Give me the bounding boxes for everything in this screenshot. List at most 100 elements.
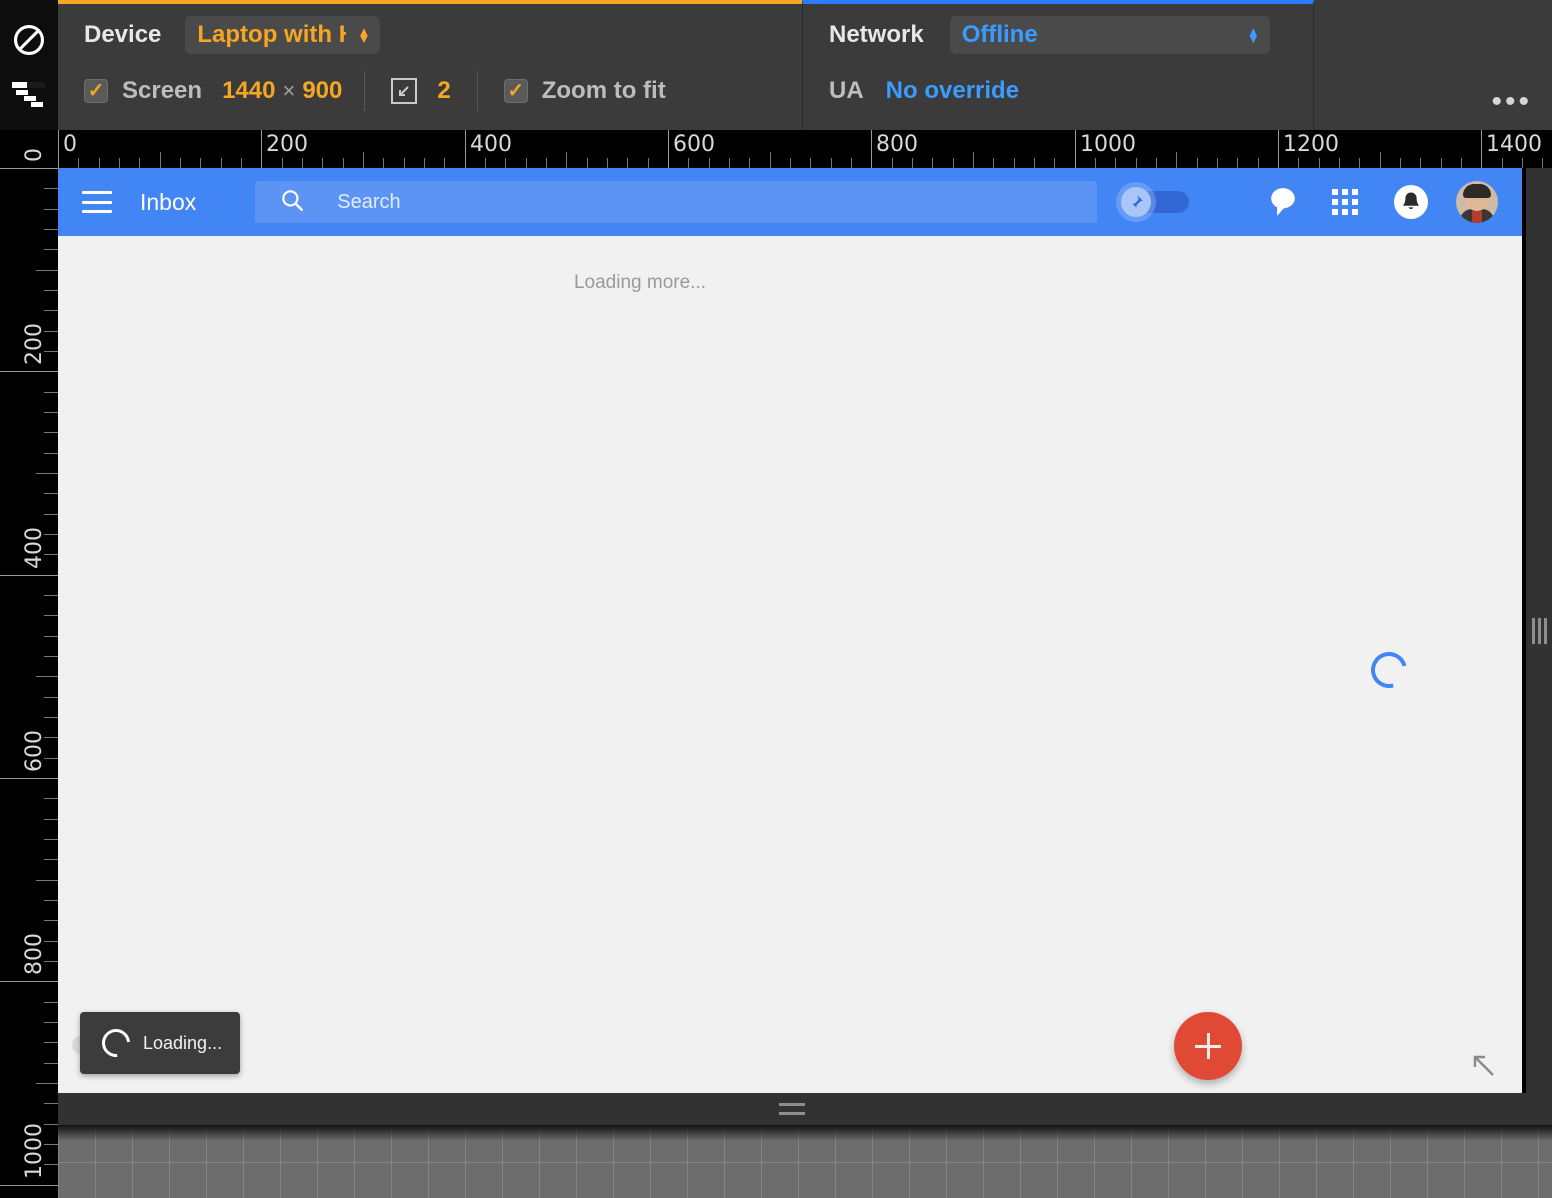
ruler-tick-v xyxy=(44,453,58,454)
block-network-icon[interactable] xyxy=(0,10,58,70)
pin-toggle-switch[interactable] xyxy=(1121,187,1190,217)
ruler-tick xyxy=(1258,158,1259,168)
ruler-tick xyxy=(1115,158,1116,168)
ruler-tick xyxy=(424,158,425,168)
more-options-panel: ••• xyxy=(1314,0,1552,130)
ruler-label-v: 800 xyxy=(22,933,47,975)
search-bar[interactable]: Search xyxy=(255,181,1098,223)
ruler-tick xyxy=(485,158,486,168)
ruler-tick-v xyxy=(44,859,58,860)
ruler-tick-v xyxy=(44,900,58,901)
ua-value[interactable]: No override xyxy=(886,77,1019,105)
bell-icon[interactable] xyxy=(1394,185,1428,219)
ruler-tick xyxy=(1461,158,1462,168)
ruler-label: 1000 xyxy=(1080,132,1136,157)
ruler-label-v: 1000 xyxy=(22,1123,47,1179)
ruler-tick-v xyxy=(44,595,58,596)
ruler-tick-v xyxy=(44,1022,58,1023)
avatar[interactable] xyxy=(1456,181,1498,223)
avatar-hair xyxy=(1463,184,1491,198)
ruler-tick xyxy=(668,130,669,168)
ruler-tick xyxy=(1481,130,1482,168)
device-select[interactable]: Laptop with HiDPI s ▲▼ xyxy=(185,16,381,54)
ruler-tick-v xyxy=(0,778,58,779)
ruler-tick-v xyxy=(44,229,58,230)
horizontal-ruler[interactable]: 0 200 400 600 800 1000 1200 1400 xyxy=(58,130,1552,168)
ruler-tick xyxy=(932,158,933,168)
ruler-tick xyxy=(1441,158,1442,168)
viewport-width-resize-handle[interactable] xyxy=(1526,168,1552,1093)
zoom-to-fit-checkbox[interactable]: ✓ xyxy=(503,79,528,103)
ruler-tick-v xyxy=(44,697,58,698)
ruler-label-v: 0 xyxy=(22,148,47,162)
ruler-tick xyxy=(688,158,689,168)
ruler-tick xyxy=(363,152,364,168)
ruler-tick-v xyxy=(36,880,58,881)
ruler-tick xyxy=(587,158,588,168)
screen-height-input[interactable]: 900 xyxy=(302,77,342,105)
hamburger-menu-icon[interactable] xyxy=(82,191,112,213)
resize-handle-corner[interactable] xyxy=(1526,1093,1552,1125)
page-title: Inbox xyxy=(140,188,197,215)
ruler-tick xyxy=(343,158,344,168)
ruler-tick-v xyxy=(44,920,58,921)
viewport-height-resize-handle[interactable] xyxy=(58,1093,1526,1125)
screen-label: Screen xyxy=(122,77,203,104)
ruler-tick xyxy=(99,158,100,168)
screen-checkbox[interactable]: ✓ xyxy=(84,79,108,103)
toast-label: Loading... xyxy=(143,1032,223,1053)
ruler-tick-v xyxy=(44,1103,58,1104)
ruler-tick xyxy=(892,158,893,168)
ruler-tick xyxy=(1359,158,1360,168)
compose-fab-button[interactable] xyxy=(1174,1012,1242,1080)
checkmark-icon-2: ✓ xyxy=(507,80,525,102)
ruler-tick xyxy=(1136,158,1137,168)
vertical-ruler[interactable]: 0 200 400 600 800 1000 xyxy=(0,130,58,1198)
loading-spinner-icon-toast xyxy=(96,1023,136,1063)
more-options-button[interactable]: ••• xyxy=(1491,87,1532,117)
ruler-tick-v xyxy=(0,981,58,982)
dpr-input[interactable]: 2 xyxy=(437,77,450,105)
ruler-tick xyxy=(648,158,649,168)
resize-diagonal-arrow-icon[interactable] xyxy=(1470,1052,1496,1083)
ruler-tick xyxy=(261,130,262,168)
device-pixel-ratio-icon xyxy=(391,78,418,104)
ruler-tick-v xyxy=(44,290,58,291)
ruler-tick-v xyxy=(44,798,58,799)
speech-bubble-icon[interactable] xyxy=(1270,187,1296,217)
apps-grid-icon[interactable] xyxy=(1332,189,1358,215)
network-throttling-select[interactable]: Offline ▲ ▼ xyxy=(949,16,1270,54)
ruler-tick-v xyxy=(44,412,58,413)
ruler-tick xyxy=(871,130,872,168)
ruler-tick xyxy=(322,158,323,168)
ruler-tick xyxy=(1542,158,1543,168)
ruler-tick-v xyxy=(36,473,58,474)
ruler-label: 1200 xyxy=(1283,132,1339,157)
checkmark-icon: ✓ xyxy=(87,80,105,102)
ruler-tick-v xyxy=(44,392,58,393)
device-viewport[interactable]: Inbox Search Loading more... Loading... xyxy=(58,168,1522,1093)
ruler-tick xyxy=(160,152,161,168)
ruler-tick-v xyxy=(44,432,58,433)
app-header: Inbox Search xyxy=(58,168,1522,236)
ruler-tick xyxy=(282,158,283,168)
ruler-tick xyxy=(912,158,913,168)
ruler-tick-v xyxy=(0,575,58,576)
ruler-tick xyxy=(770,152,771,168)
ruler-tick xyxy=(1319,158,1320,168)
ruler-tick xyxy=(1522,158,1523,168)
ruler-tick xyxy=(1380,152,1381,168)
screen-width-input[interactable]: 1440 xyxy=(222,77,275,105)
search-input[interactable]: Search xyxy=(337,191,400,214)
ruler-label: 0 xyxy=(63,132,77,157)
ruler-tick xyxy=(810,158,811,168)
ruler-tick-v xyxy=(44,636,58,637)
ruler-label-v: 400 xyxy=(22,527,47,569)
ruler-tick xyxy=(709,158,710,168)
ruler-tick xyxy=(302,158,303,168)
ruler-tick-v xyxy=(0,371,58,372)
loading-toast: Loading... xyxy=(80,1012,240,1074)
network-throttle-icon[interactable] xyxy=(0,64,58,124)
ruler-tick xyxy=(383,158,384,168)
ruler-tick xyxy=(993,158,994,168)
